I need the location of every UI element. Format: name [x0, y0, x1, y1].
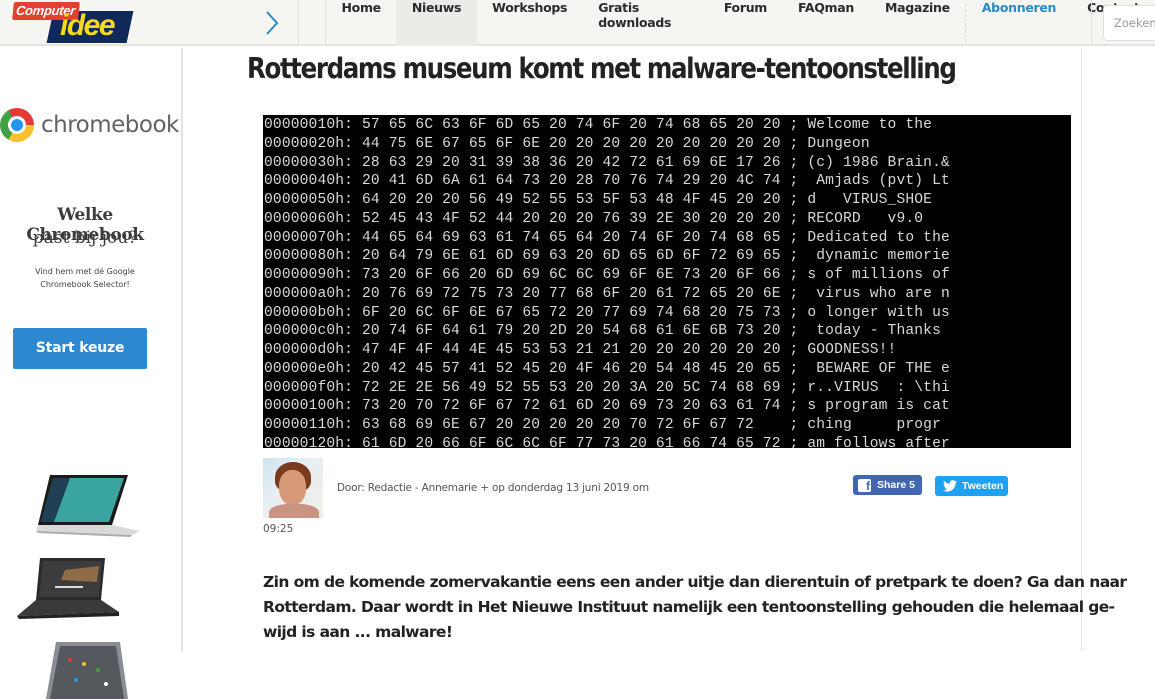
- hexdump-line: 000000a0h: 20 76 69 72 75 73 20 77 68 6F…: [264, 285, 950, 302]
- hexdump-line: 00000020h: 44 75 6E 67 65 6F 6E 20 20 20…: [264, 135, 950, 152]
- nav-item-gratis-downloads[interactable]: Gratis downloads: [583, 0, 709, 46]
- article-title: Rotterdams museum komt met malware-tento…: [247, 52, 957, 85]
- hexdump-line: 000000e0h: 20 42 45 57 41 52 45 20 4F 46…: [264, 360, 950, 377]
- nav-item-abonneren[interactable]: Abonneren: [966, 0, 1071, 46]
- logo-idee-text: idee: [60, 9, 116, 42]
- nav-item-forum[interactable]: Forum: [708, 0, 782, 46]
- chromebook-wordmark: chromebook: [41, 112, 179, 138]
- hexdump-line: 00000120h: 61 6D 20 66 6F 6C 6C 6F 77 73…: [264, 435, 950, 448]
- avatar-body: [269, 504, 319, 518]
- search-input[interactable]: Zoeken: [1103, 5, 1155, 41]
- hexdump-line: 00000050h: 64 20 20 20 56 49 52 55 53 5F…: [264, 192, 950, 208]
- article-byline: Door: Redactie - Annemarie + op donderda…: [337, 482, 649, 494]
- twitter-tweet-button[interactable]: Tweeten: [935, 476, 1008, 496]
- start-keuze-button[interactable]: Start keuze: [13, 328, 147, 369]
- hexdump-line: 000000c0h: 20 74 6F 64 61 79 20 2D 20 54…: [264, 323, 950, 340]
- hexdump-line: 00000060h: 52 45 43 4F 52 44 20 20 20 76…: [264, 210, 950, 227]
- facebook-icon: f: [858, 478, 871, 492]
- hexdump-line: 00000010h: 57 65 6C 63 6F 6D 65 20 74 6F…: [264, 117, 950, 133]
- hexdump-line: 00000110h: 63 68 69 6E 67 20 20 20 20 20…: [264, 417, 941, 433]
- ad-description: Vind hem met dé Google Chromebook Select…: [30, 265, 140, 291]
- avatar-face: [279, 470, 306, 505]
- facebook-share-button[interactable]: f Share 5: [853, 475, 922, 495]
- hexdump-line: 00000040h: 20 41 6D 6A 61 64 73 20 28 70…: [264, 173, 950, 190]
- hexdump-image: 00000010h: 57 65 6C 63 6F 6D 65 20 74 6F…: [263, 115, 1071, 448]
- hexdump-line: 000000b0h: 6F 20 6C 6F 6E 67 65 72 20 77…: [264, 304, 950, 321]
- hexdump-line: 00000100h: 73 20 70 72 6F 67 72 61 6D 20…: [264, 398, 950, 415]
- facebook-share-label: Share 5: [877, 479, 915, 491]
- lead-line: Zin om de komende zomervakantie eens een…: [263, 573, 1127, 591]
- ad-subheadline: past bij jou?: [32, 228, 138, 248]
- hexdump-line: 000000f0h: 72 2E 2E 56 49 52 55 53 20 20…: [264, 379, 950, 396]
- nav-item-nieuws[interactable]: Nieuws: [396, 0, 477, 46]
- lead-line: wijd is aan ... malware!: [263, 623, 453, 641]
- main-nav: Home Nieuws Workshops Gratis downloads F…: [326, 0, 1155, 46]
- nav-divider: [1091, 0, 1092, 46]
- ad-description-line: Chromebook Selector!: [40, 280, 130, 289]
- laptop-image: [36, 475, 140, 537]
- chrome-icon: [0, 108, 34, 142]
- nav-item-home[interactable]: Home: [326, 0, 396, 46]
- hexdump-line: 00000080h: 20 64 79 6E 61 6D 69 63 20 6D…: [264, 248, 950, 265]
- nav-item-magazine[interactable]: Magazine: [870, 0, 966, 46]
- article-time: 09:25: [263, 523, 294, 535]
- twitter-tweet-label: Tweeten: [962, 480, 1004, 492]
- hexdump-line: 00000070h: 44 65 64 69 63 61 74 65 64 20…: [264, 229, 950, 246]
- computer-idee-logo[interactable]: Computer idee: [10, 1, 135, 45]
- hexdump-line: 000000d0h: 47 4F 4F 44 4E 45 53 53 21 21…: [264, 342, 950, 358]
- nav-divider: [298, 0, 299, 46]
- ad-description-line: Vind hem met dé Google: [35, 267, 135, 276]
- twitter-bird-icon: [943, 480, 957, 492]
- hexdump-line: 00000090h: 73 20 6F 66 20 6D 69 6C 6C 69…: [264, 267, 950, 283]
- top-navigation-bar: Computer idee Home Nieuws Workshops Grat…: [0, 0, 1155, 46]
- article-lead-paragraph: Zin om de komende zomervakantie eens een…: [263, 570, 1127, 645]
- lead-line: Rotterdam. Daar wordt in Het Nieuwe Inst…: [263, 598, 1115, 616]
- author-avatar[interactable]: [263, 458, 323, 518]
- chromebook-ad-sidebar[interactable]: chromebook Welke Chromebook past bij jou…: [0, 48, 183, 699]
- chromebook-logo: chromebook: [0, 108, 179, 142]
- laptop-image: [17, 558, 119, 619]
- hexdump-line: 00000030h: 28 63 29 20 31 39 38 36 20 42…: [264, 154, 950, 171]
- nav-item-workshops[interactable]: Workshops: [477, 0, 583, 46]
- content-right-border: [1081, 48, 1082, 651]
- laptop-image: [46, 642, 128, 699]
- nav-item-faqman[interactable]: FAQman: [783, 0, 870, 46]
- chevron-right-icon[interactable]: [262, 8, 282, 38]
